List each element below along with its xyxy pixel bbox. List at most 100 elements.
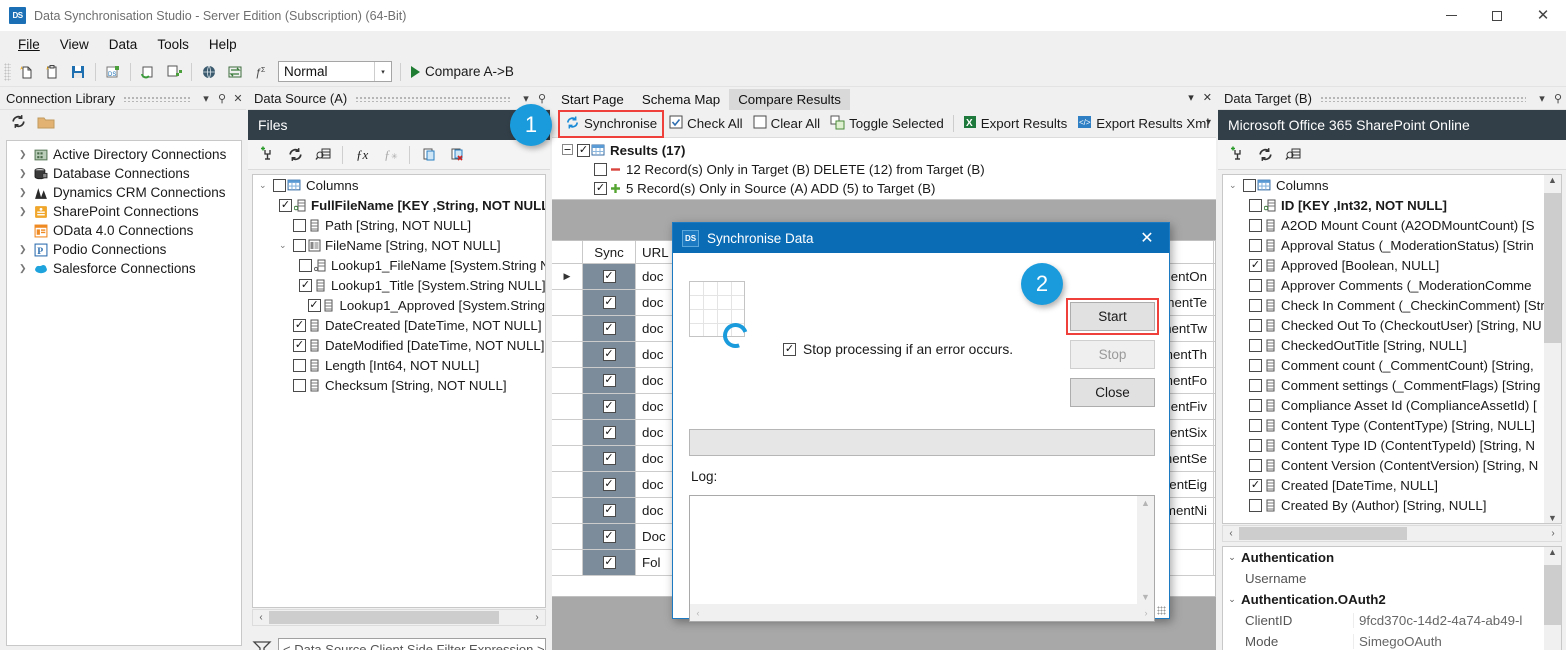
- source-column-checkbox[interactable]: ✓: [293, 338, 306, 352]
- source-column-row[interactable]: ✓ DateCreated [DateTime, NOT NULL]: [253, 315, 545, 335]
- connection-item-5[interactable]: ❯ P Podio Connections: [7, 240, 241, 259]
- scroll-left-icon[interactable]: ‹: [253, 612, 269, 623]
- sync-cell[interactable]: ✓: [583, 368, 636, 393]
- collapse-chevron-icon[interactable]: ⌄: [1223, 594, 1241, 605]
- resize-grip[interactable]: [1157, 606, 1166, 615]
- row-selector-cell[interactable]: [552, 316, 583, 341]
- connection-tree[interactable]: ❯ Active Directory Connections ❯ Database C…: [6, 140, 242, 646]
- sync-checkbox[interactable]: ✓: [602, 400, 616, 413]
- tab-start-page[interactable]: Start Page: [552, 89, 633, 110]
- target-column-row[interactable]: Content Version (ContentVersion) [String…: [1223, 455, 1544, 475]
- connection-item-2[interactable]: ❯ Dynamics CRM Connections: [7, 183, 241, 202]
- log-vscrollbar[interactable]: ▲ ▼: [1137, 496, 1154, 604]
- sync-cell[interactable]: ✓: [583, 264, 636, 289]
- results-root-checkbox[interactable]: ✓: [577, 144, 590, 157]
- check-all-button[interactable]: Check All: [664, 112, 747, 135]
- refresh-icon[interactable]: [10, 113, 27, 133]
- target-column-checkbox[interactable]: [1249, 438, 1262, 452]
- target-column-row[interactable]: Approval Status (_ModerationStatus) [Str…: [1223, 235, 1544, 255]
- row-selector-cell[interactable]: [552, 368, 583, 393]
- source-column-checkbox[interactable]: ✓: [293, 318, 306, 332]
- source-column-row[interactable]: Length [Int64, NOT NULL]: [253, 355, 545, 375]
- target-column-checkbox[interactable]: [1249, 278, 1262, 292]
- menu-file[interactable]: File: [8, 33, 50, 56]
- scroll-up-icon[interactable]: ▲: [1544, 547, 1561, 557]
- row-selector-cell[interactable]: [552, 290, 583, 315]
- properties-vscrollbar[interactable]: ▲: [1544, 547, 1561, 650]
- close-icon[interactable]: ✕: [230, 92, 246, 105]
- target-column-row[interactable]: A2OD Mount Count (A2ODMountCount) [S: [1223, 215, 1544, 235]
- sigma-icon[interactable]: ƒΣ: [248, 60, 274, 84]
- copy-icon[interactable]: [416, 143, 442, 167]
- close-button[interactable]: ✕: [1520, 0, 1566, 31]
- row-selector-cell[interactable]: [552, 524, 583, 549]
- property-row[interactable]: ClientID 9fcd370c-14d2-4a74-ab49-l: [1223, 610, 1544, 631]
- scroll-up-icon[interactable]: ▲: [1544, 175, 1561, 185]
- connection-item-6[interactable]: ❯ Salesforce Connections: [7, 259, 241, 278]
- clear-all-button[interactable]: Clear All: [748, 112, 826, 135]
- target-column-checkbox[interactable]: [1249, 358, 1262, 372]
- row-selector-cell[interactable]: [552, 342, 583, 367]
- property-value[interactable]: SimegoOAuth: [1353, 634, 1544, 649]
- source-column-row[interactable]: ✓ DateModified [DateTime, NOT NULL]: [253, 335, 545, 355]
- connection-item-3[interactable]: ❯ SharePoint Connections: [7, 202, 241, 221]
- add-connection-icon[interactable]: [254, 143, 280, 167]
- export-results-button[interactable]: X Export Results: [958, 112, 1072, 135]
- row-selector-cell[interactable]: [552, 446, 583, 471]
- scroll-thumb[interactable]: [269, 611, 499, 624]
- map-columns-icon[interactable]: [161, 60, 187, 84]
- target-column-row[interactable]: Approver Comments (_ModerationComme: [1223, 275, 1544, 295]
- target-column-row[interactable]: Comment settings (_CommentFlags) [String: [1223, 375, 1544, 395]
- row-selector-cell[interactable]: [552, 394, 583, 419]
- row-selector-cell[interactable]: ▶: [552, 264, 583, 289]
- close-icon[interactable]: ✕: [1203, 91, 1212, 104]
- scroll-up-icon[interactable]: ▲: [1137, 498, 1154, 508]
- data-target-b-hscrollbar[interactable]: ‹ ›: [1222, 525, 1562, 542]
- sync-cell[interactable]: ✓: [583, 472, 636, 497]
- swap-ab-icon[interactable]: [222, 60, 248, 84]
- target-column-checkbox[interactable]: [1249, 378, 1262, 392]
- start-button[interactable]: Start: [1070, 302, 1155, 331]
- source-column-row[interactable]: Checksum [String, NOT NULL]: [253, 375, 545, 395]
- expand-chevron-icon[interactable]: ⌄: [279, 240, 293, 251]
- source-column-row[interactable]: Path [String, NOT NULL]: [253, 215, 545, 235]
- sync-cell[interactable]: ✓: [583, 524, 636, 549]
- scroll-left-icon[interactable]: ‹: [690, 608, 706, 618]
- drag-dots[interactable]: [355, 95, 510, 102]
- target-column-row[interactable]: ✓ Approved [Boolean, NULL]: [1223, 255, 1544, 275]
- target-column-checkbox[interactable]: ✓: [1249, 258, 1262, 272]
- globe-icon[interactable]: [196, 60, 222, 84]
- log-textarea[interactable]: ▲ ▼ ‹ ›: [689, 495, 1155, 622]
- target-column-checkbox[interactable]: [1249, 298, 1262, 312]
- sync-checkbox[interactable]: ✓: [602, 426, 616, 439]
- target-column-row[interactable]: Compliance Asset Id (ComplianceAssetId) …: [1223, 395, 1544, 415]
- expand-chevron-icon[interactable]: ❯: [19, 168, 33, 179]
- target-column-checkbox[interactable]: ✓: [1249, 478, 1262, 492]
- collapse-box-icon[interactable]: [562, 143, 573, 158]
- source-column-checkbox[interactable]: ✓: [299, 278, 312, 292]
- collapse-chevron-icon[interactable]: ⌄: [259, 180, 273, 191]
- target-column-checkbox[interactable]: [1249, 418, 1262, 432]
- source-column-row[interactable]: ✓ FullFileName [KEY ,String, NOT NULL]: [253, 195, 545, 215]
- row-selector-cell[interactable]: [552, 550, 583, 575]
- menu-data[interactable]: Data: [99, 33, 148, 56]
- target-column-row[interactable]: Content Type ID (ContentTypeId) [String,…: [1223, 435, 1544, 455]
- collapse-chevron-icon[interactable]: ⌄: [1229, 180, 1243, 191]
- maximize-button[interactable]: [1474, 0, 1520, 31]
- property-row[interactable]: Mode SimegoOAuth: [1223, 631, 1544, 650]
- sync-checkbox[interactable]: ✓: [602, 374, 616, 387]
- folder-icon[interactable]: [37, 114, 55, 133]
- drag-dots[interactable]: [123, 95, 190, 102]
- function-icon[interactable]: ƒx: [349, 143, 375, 167]
- menu-view[interactable]: View: [50, 33, 99, 56]
- target-column-row[interactable]: Check In Comment (_CheckinComment) [Str: [1223, 295, 1545, 315]
- source-column-checkbox[interactable]: [299, 258, 312, 272]
- source-column-checkbox[interactable]: ✓: [307, 298, 321, 312]
- export-results-xml-button[interactable]: </> Export Results Xml: [1072, 112, 1214, 135]
- target-column-checkbox[interactable]: [1249, 398, 1262, 412]
- source-column-checkbox[interactable]: [293, 218, 306, 232]
- minimize-button[interactable]: [1428, 0, 1474, 31]
- pin-icon[interactable]: ⚲: [1550, 92, 1566, 105]
- sync-cell[interactable]: ✓: [583, 316, 636, 341]
- add-connection-icon[interactable]: [1224, 143, 1250, 167]
